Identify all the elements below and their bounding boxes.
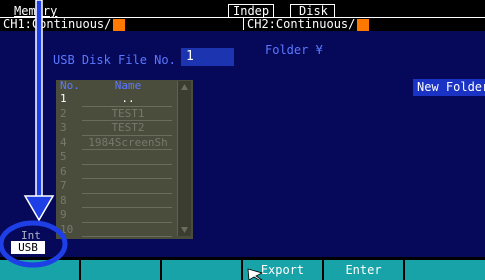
usb-highlight-circle bbox=[0, 220, 68, 268]
annotation-overlay bbox=[0, 0, 264, 280]
down-arrow-icon bbox=[23, 0, 55, 222]
pointer-icon bbox=[247, 268, 264, 280]
